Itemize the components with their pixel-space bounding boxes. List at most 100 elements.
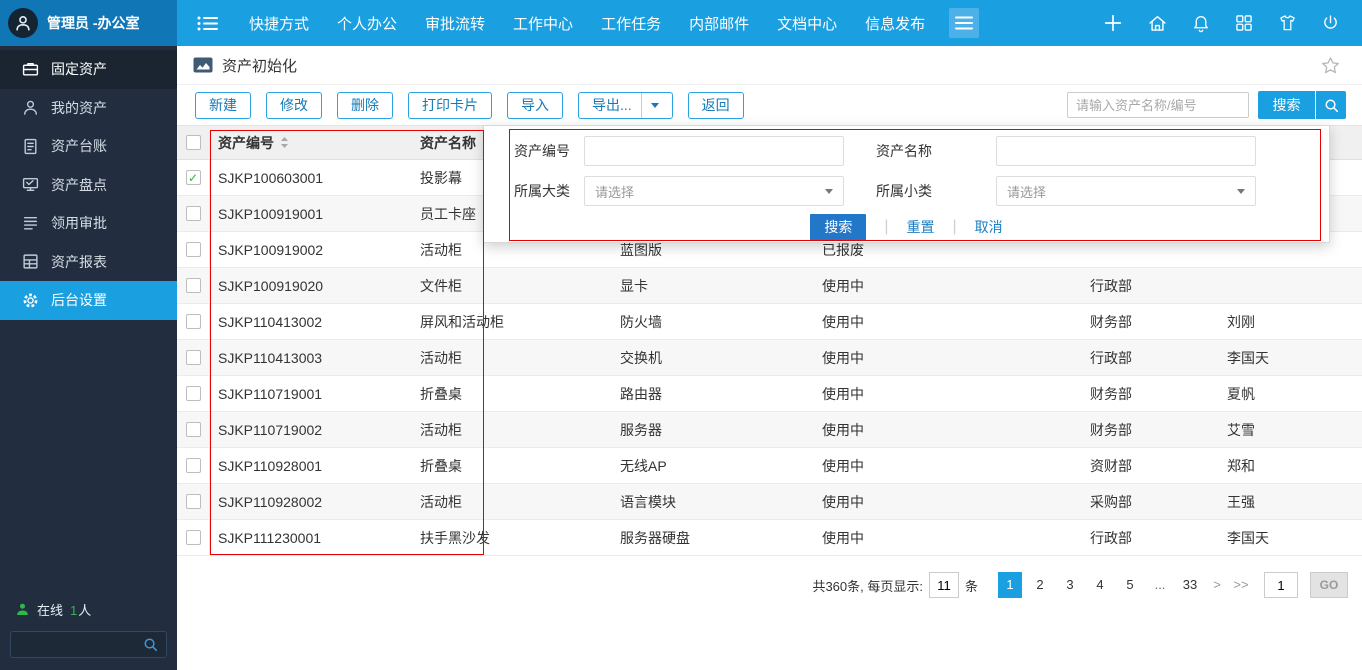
page-button[interactable]: 5 <box>1118 572 1142 598</box>
search-icon[interactable] <box>143 637 158 652</box>
asset-department: 财务部 <box>1080 312 1225 332</box>
page-button[interactable]: 1 <box>998 572 1022 598</box>
asset-status: 使用中 <box>820 384 1080 404</box>
export-button[interactable]: 导出... <box>578 92 673 119</box>
row-checkbox[interactable] <box>186 530 201 545</box>
table-row[interactable]: SJKP110719002活动柜服务器使用中财务部艾雪 <box>177 412 1362 448</box>
reset-link[interactable]: 重置 <box>907 217 935 237</box>
back-button[interactable]: 返回 <box>688 92 744 119</box>
row-checkbox[interactable] <box>186 350 201 365</box>
minor-category-select[interactable]: 请选择 <box>996 176 1256 206</box>
table-row[interactable]: SJKP110928001折叠桌无线AP使用中资财部郑和 <box>177 448 1362 484</box>
sidebar-item-label: 后台设置 <box>51 290 107 310</box>
theme-icon[interactable] <box>1277 13 1298 33</box>
nav-item[interactable]: 内部邮件 <box>689 13 749 34</box>
asset-code: SJKP100919002 <box>210 242 405 258</box>
asset-code: SJKP110719002 <box>210 422 405 438</box>
sidebar-item-asset-report[interactable]: 资产报表 <box>0 243 177 282</box>
major-category-select[interactable]: 请选择 <box>584 176 844 206</box>
sidebar-item-requisition-approval[interactable]: 领用审批 <box>0 204 177 243</box>
page-button[interactable]: 4 <box>1088 572 1112 598</box>
top-nav: 快捷方式 个人办公 审批流转 工作中心 工作任务 内部邮件 文档中心 信息发布 <box>235 13 939 34</box>
asset-search-input[interactable] <box>1067 92 1249 118</box>
online-suffix: 人 <box>78 603 91 618</box>
sidebar-item-my-assets[interactable]: 我的资产 <box>0 89 177 128</box>
search-icon-button[interactable] <box>1316 91 1346 119</box>
user-menu[interactable]: 管理员 -办公室 <box>0 0 177 46</box>
panel-actions: 搜索 | 重置 | 取消 <box>484 213 1329 241</box>
asset-department: 行政部 <box>1080 348 1225 368</box>
page-button[interactable]: 33 <box>1178 572 1202 598</box>
cancel-link[interactable]: 取消 <box>975 217 1003 237</box>
panel-search-button[interactable]: 搜索 <box>810 214 866 241</box>
nav-item[interactable]: 工作任务 <box>601 13 661 34</box>
table-row[interactable]: SJKP110413003活动柜交换机使用中行政部李国天 <box>177 340 1362 376</box>
table-row[interactable]: SJKP110719001折叠桌路由器使用中财务部夏帆 <box>177 376 1362 412</box>
asset-code-input[interactable] <box>584 136 844 166</box>
search-button[interactable]: 搜索 <box>1258 91 1315 119</box>
row-checkbox[interactable] <box>186 494 201 509</box>
row-checkbox[interactable] <box>186 386 201 401</box>
table-row[interactable]: SJKP111230001扶手黑沙发服务器硬盘使用中行政部李国天 <box>177 520 1362 556</box>
import-button[interactable]: 导入 <box>507 92 563 119</box>
jump-page-input[interactable] <box>1264 572 1298 598</box>
nav-item[interactable]: 个人办公 <box>337 13 397 34</box>
page-button[interactable]: 3 <box>1058 572 1082 598</box>
favorite-star-icon[interactable] <box>1321 56 1340 75</box>
print-card-button[interactable]: 打印卡片 <box>408 92 492 119</box>
settings-icon <box>21 291 39 309</box>
row-checkbox[interactable] <box>186 458 201 473</box>
select-all-checkbox[interactable] <box>186 135 201 150</box>
sidebar-item-admin-settings[interactable]: 后台设置 <box>0 281 177 320</box>
table-row[interactable]: SJKP110928002活动柜语言模块使用中采购部王强 <box>177 484 1362 520</box>
sort-icon[interactable] <box>280 136 289 149</box>
asset-department: 行政部 <box>1080 276 1225 296</box>
power-icon[interactable] <box>1321 13 1340 33</box>
nav-item[interactable]: 快捷方式 <box>249 13 309 34</box>
row-checkbox[interactable]: ✓ <box>186 170 201 185</box>
menu-list-icon[interactable] <box>196 14 219 33</box>
row-checkbox[interactable] <box>186 314 201 329</box>
new-button[interactable]: 新建 <box>195 92 251 119</box>
nav-item[interactable]: 工作中心 <box>513 13 573 34</box>
asset-status: 使用中 <box>820 312 1080 332</box>
sidebar-item-fixed-assets[interactable]: 固定资产 <box>0 50 177 89</box>
nav-item[interactable]: 文档中心 <box>777 13 837 34</box>
table-row[interactable]: SJKP110413002屏风和活动柜防火墙使用中财务部刘刚 <box>177 304 1362 340</box>
page-button[interactable]: 2 <box>1028 572 1052 598</box>
last-page-button[interactable]: >> <box>1232 572 1250 598</box>
sidebar-item-asset-inventory[interactable]: 资产盘点 <box>0 166 177 205</box>
row-checkbox[interactable] <box>186 206 201 221</box>
row-checkbox[interactable] <box>186 422 201 437</box>
sidebar-item-label: 资产台账 <box>51 136 107 156</box>
row-checkbox[interactable] <box>186 278 201 293</box>
asset-user: 刘刚 <box>1225 312 1362 332</box>
page-size-input[interactable] <box>929 572 959 598</box>
select-value: 请选择 <box>1007 182 1046 201</box>
sidebar-search-input[interactable] <box>11 637 143 652</box>
table-row[interactable]: SJKP100919020文件柜显卡使用中行政部 <box>177 268 1362 304</box>
asset-user: 李国天 <box>1225 528 1362 548</box>
sidebar-item-asset-ledger[interactable]: 资产台账 <box>0 127 177 166</box>
nav-expand-button[interactable] <box>949 8 979 38</box>
sidebar-bottom: 在线 1人 <box>0 600 177 658</box>
row-checkbox-cell <box>177 520 210 555</box>
export-label: 导出... <box>592 95 632 115</box>
plus-icon[interactable] <box>1102 12 1124 34</box>
edit-button[interactable]: 修改 <box>266 92 322 119</box>
column-header-asset-code[interactable]: 资产编号 <box>210 133 405 153</box>
asset-item: 路由器 <box>615 384 820 404</box>
apps-icon[interactable] <box>1234 13 1254 33</box>
delete-button[interactable]: 删除 <box>337 92 393 119</box>
go-button[interactable]: GO <box>1310 572 1348 598</box>
home-icon[interactable] <box>1147 13 1168 34</box>
row-checkbox[interactable] <box>186 242 201 257</box>
asset-name-input[interactable] <box>996 136 1256 166</box>
asset-status: 使用中 <box>820 348 1080 368</box>
report-icon <box>21 253 39 271</box>
notifications-icon[interactable] <box>1191 13 1211 34</box>
next-page-button[interactable]: > <box>1208 572 1226 598</box>
nav-item[interactable]: 信息发布 <box>865 13 925 34</box>
approval-icon <box>21 214 39 232</box>
nav-item[interactable]: 审批流转 <box>425 13 485 34</box>
